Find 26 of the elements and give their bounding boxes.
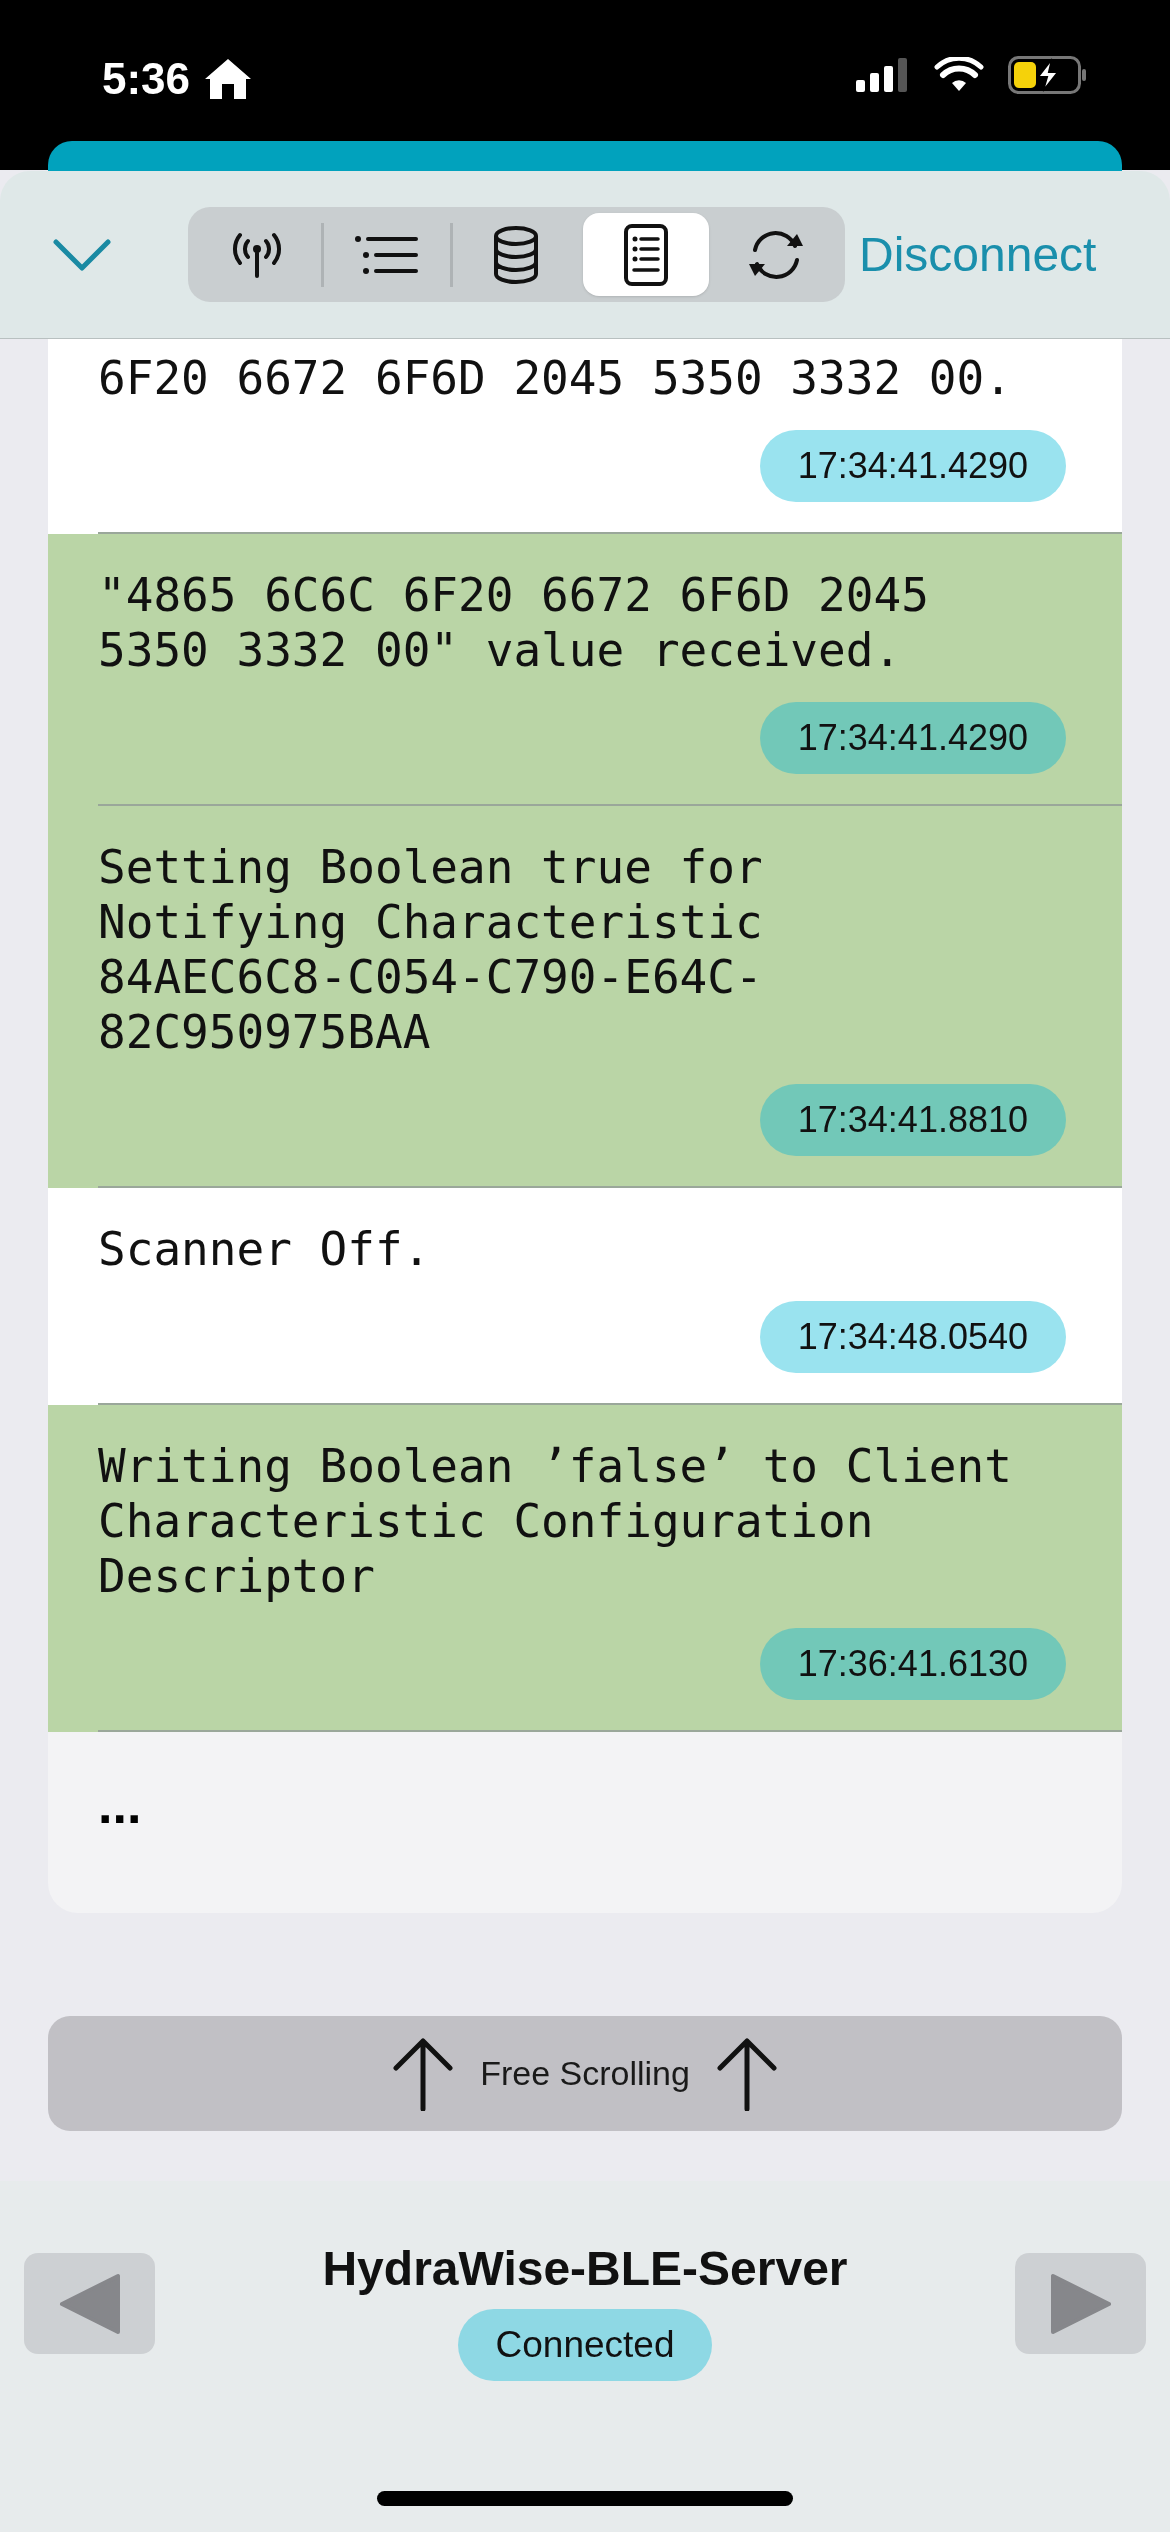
log-message: 6F20 6672 6F6D 2045 5350 3332 00. — [98, 351, 1013, 406]
timestamp: 17:36:41.6130 — [759, 1628, 1066, 1700]
signal-icon — [856, 58, 910, 92]
wifi-icon — [934, 57, 984, 93]
document-list-icon — [623, 222, 670, 287]
timestamp: 17:34:41.4290 — [759, 702, 1066, 774]
log-message: Writing Boolean ʼfalseʼ to Client Characteristic Configuration Descriptor — [98, 1439, 1013, 1604]
timestamp: 17:34:41.8810 — [759, 1084, 1066, 1156]
device-name: HydraWise-BLE-Server — [322, 2241, 848, 2297]
status-time: 5:36 — [102, 53, 191, 105]
up-arrow-icon — [715, 2036, 778, 2111]
log-message: Setting Boolean true for Notifying Characteristic 84AEC6C8-C054-C790-E64C-82C950975BAA — [98, 840, 764, 1060]
timestamp: 17:34:48.0540 — [759, 1301, 1066, 1373]
more-ellipsis: ... — [98, 1776, 142, 1834]
left-triangle-icon — [57, 2272, 122, 2335]
up-arrow-icon — [392, 2036, 455, 2111]
free-scrolling-button[interactable]: Free Scrolling — [48, 2016, 1122, 2131]
right-triangle-icon — [1048, 2272, 1113, 2335]
list-icon — [353, 234, 420, 275]
battery-charging-icon — [1008, 56, 1088, 94]
log-message: Scanner Off. — [98, 1222, 432, 1277]
database-icon — [493, 225, 540, 284]
timestamp: 17:34:41.4290 — [759, 430, 1066, 502]
connection-status: Connected — [457, 2309, 713, 2381]
log-message: "4865 6C6C 6F20 6672 6F6D 2045 5350 3332 00" value received. — [98, 568, 930, 678]
toolbar-tab[interactable] — [582, 213, 710, 296]
